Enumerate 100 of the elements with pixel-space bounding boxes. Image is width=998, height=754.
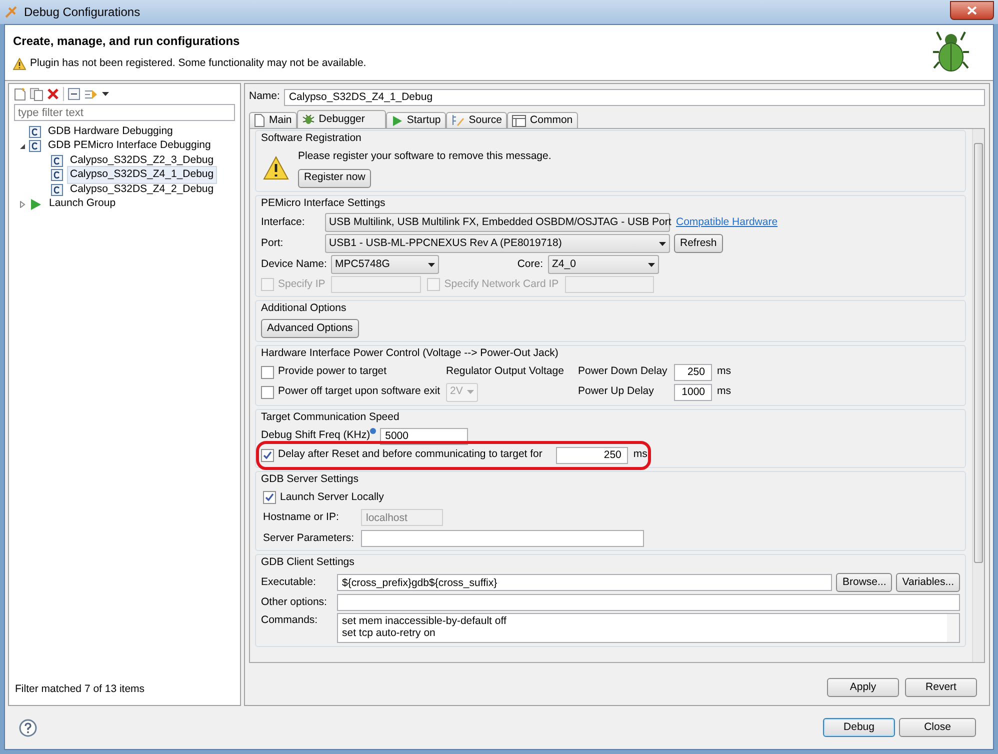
filter-status: Filter matched 7 of 13 items [14, 682, 146, 698]
source-lookup-icon [450, 114, 465, 127]
play-icon [390, 114, 403, 126]
checkbox-label: Specify Network Card IP [444, 276, 559, 292]
dropdown[interactable]: USB Multilink, USB Multilink FX, Embedded OSBDM/OSJTAG - USB Port [325, 213, 670, 232]
collapse-all-icon[interactable] [68, 88, 80, 100]
warning-icon [13, 58, 26, 70]
group-title: Software Registration [261, 131, 362, 146]
field-label: Port: [261, 236, 284, 251]
delete-icon[interactable] [47, 88, 59, 100]
text-field[interactable]: Calypso_S32DS_Z4_1_Debug [284, 88, 985, 106]
help-icon[interactable] [19, 718, 37, 736]
field-label: Device Name: [261, 256, 328, 272]
caret-icon [648, 262, 655, 267]
text-field[interactable]: ${cross_prefix}gdb${cross_suffix} [337, 574, 832, 591]
button[interactable]: Variables... [896, 573, 960, 592]
field-label: Debug Shift Freq (KHz) [261, 428, 370, 444]
collapsed-arrow-icon[interactable] [18, 200, 26, 208]
checkbox-label: Launch Server Locally [280, 490, 384, 504]
button[interactable]: Browse... [836, 573, 892, 592]
field-label: Server Parameters: [263, 530, 356, 546]
checkbox-label: Specify IP [278, 276, 326, 292]
button[interactable]: Refresh [674, 234, 723, 254]
command-line: set tcp auto-retry on [342, 627, 436, 639]
dropdown[interactable]: USB1 - USB-ML-PPCNEXUS Rev A (PE8019718) [325, 234, 670, 254]
checkbox[interactable] [261, 386, 274, 399]
copy-icon[interactable] [30, 88, 43, 100]
expanded-arrow-icon[interactable] [18, 142, 26, 150]
compatible-hardware-link[interactable]: Compatible Hardware [676, 214, 778, 231]
field-label: ms [633, 447, 648, 462]
field-label: ms [717, 384, 731, 400]
document-icon [254, 114, 265, 127]
field-label: Regulator Output Voltage [446, 364, 565, 380]
group-title: Hardware Interface Power Control (Voltage --> Power-Out Jack) [261, 346, 558, 361]
window-icon [512, 114, 526, 126]
checkbox[interactable] [261, 366, 274, 379]
text-field[interactable] [337, 594, 960, 611]
new-file-icon[interactable] [14, 88, 26, 100]
group-title: Target Communication Speed [261, 410, 400, 425]
text-field[interactable]: 250 [674, 364, 712, 381]
checkbox-label: Delay after Reset and before communicating to target for [278, 447, 542, 462]
tab[interactable]: Main [249, 112, 297, 128]
field-label: Core: [516, 256, 544, 272]
dropdown[interactable]: Z4_0 [548, 255, 659, 274]
group-title: GDB Client Settings [261, 555, 354, 570]
button[interactable]: Debug [823, 718, 895, 737]
button[interactable]: Revert [905, 678, 977, 697]
checkbox[interactable] [263, 490, 276, 504]
tab[interactable]: Startup [386, 112, 446, 128]
scrollbar[interactable] [972, 129, 984, 662]
play-icon [29, 198, 42, 210]
c-file-icon [51, 154, 63, 166]
button[interactable]: Apply [827, 678, 899, 697]
c-file-icon [51, 169, 63, 181]
commands-text-area[interactable]: set mem inaccessible-by-default off set tcp auto-retry on [337, 613, 960, 643]
tab[interactable]: Common [507, 112, 578, 128]
warning-message: Plugin has not been registered. Some functionality may not be available. [30, 56, 366, 71]
caret-icon [659, 242, 666, 246]
group-title: GDB Server Settings [261, 472, 358, 487]
warning-icon [263, 156, 289, 180]
caret-icon [428, 262, 435, 267]
field-label: Executable: [261, 574, 317, 590]
close-button[interactable] [950, 0, 994, 20]
field-label: Commands: [261, 613, 319, 628]
scrollbar-thumb[interactable] [974, 143, 983, 563]
tab[interactable]: Debugger [296, 110, 386, 128]
button[interactable]: Close [899, 718, 976, 737]
field-label: Hostname or IP: [263, 510, 340, 525]
text-field[interactable] [564, 276, 654, 294]
field-label: Name: [249, 89, 280, 104]
close-icon [967, 6, 977, 14]
caret-icon[interactable] [102, 92, 109, 96]
filter-field[interactable]: type filter text [14, 104, 235, 121]
field-label: Interface: [261, 214, 306, 230]
tree-item[interactable]: Calypso_S32DS_Z4_1_Debug [67, 166, 217, 184]
tab[interactable]: Source [446, 112, 508, 128]
button[interactable]: Register now [298, 168, 372, 188]
checkbox-label: Provide power to target [278, 364, 387, 380]
text-field[interactable] [331, 276, 422, 294]
field-label: Power Down Delay [578, 364, 668, 380]
group-title: PEMicro Interface Settings [261, 196, 386, 210]
banner-title: Create, manage, and run configurations [13, 33, 241, 50]
group-title: Additional Options [261, 301, 346, 316]
text-field[interactable] [361, 530, 644, 548]
scrollbar[interactable] [947, 614, 959, 642]
button[interactable]: Advanced Options [261, 319, 359, 338]
caret-icon [467, 390, 474, 394]
checkbox[interactable] [261, 448, 274, 462]
text-field[interactable]: 1000 [674, 384, 712, 401]
checkbox-label: Power off target upon software exit [278, 384, 440, 400]
c-file-icon [51, 184, 63, 196]
c-file-icon [29, 140, 41, 152]
c-file-icon [29, 126, 41, 138]
command-line: set mem inaccessible-by-default off [342, 615, 508, 627]
field-label: Power Up Delay [578, 384, 655, 400]
field-label: ms [717, 364, 731, 380]
text-field[interactable]: 250 [556, 446, 628, 464]
dropdown[interactable]: MPC5748G [331, 255, 439, 274]
info-icon [370, 428, 376, 434]
field-label: Other options: [261, 594, 328, 610]
